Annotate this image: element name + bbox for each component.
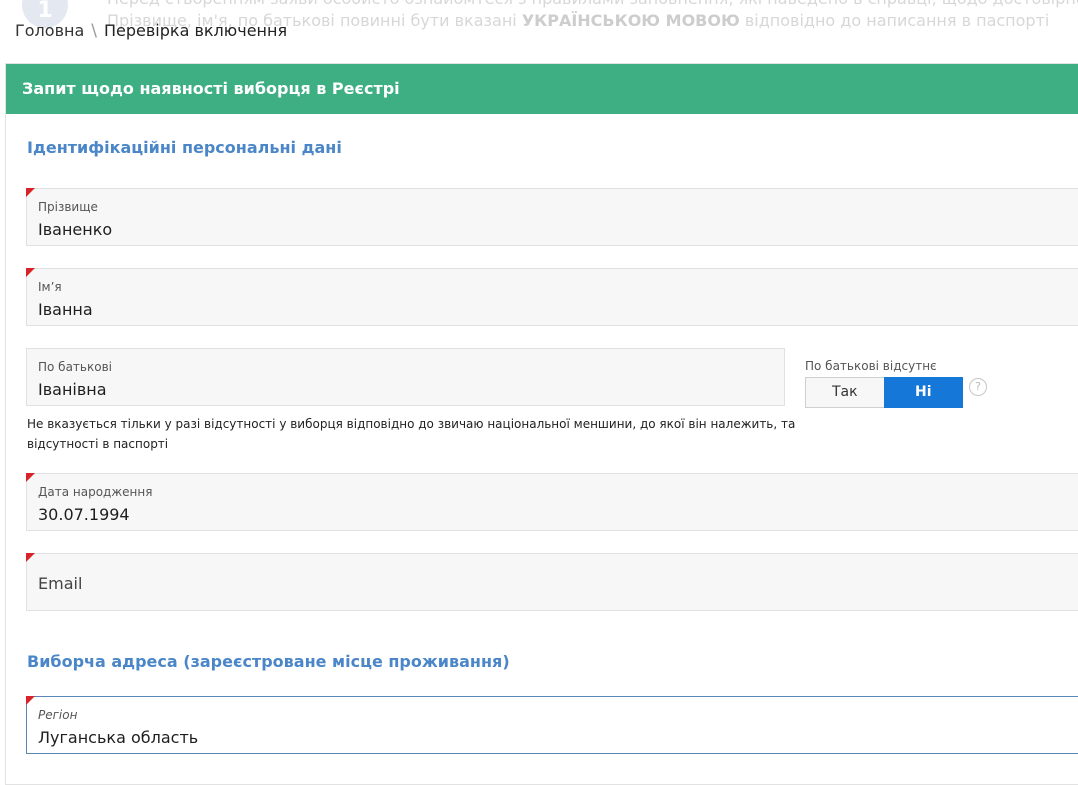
required-marker <box>26 696 35 705</box>
section-title-address: Виборча адреса (зареєстроване місце прож… <box>27 652 510 671</box>
email-input[interactable]: Email <box>38 574 82 593</box>
required-marker <box>26 188 35 197</box>
breadcrumb: Головна \ Перевірка включення <box>15 20 287 42</box>
required-marker <box>26 473 35 482</box>
birth-date-input[interactable]: 30.07.1994 <box>38 505 130 524</box>
region-label: Регіон <box>38 708 78 722</box>
notice-line-2-end: відповідно до написання в паспорті <box>739 11 1050 30</box>
patronymic-hint: Не вказується тільки у разі відсутності … <box>27 417 796 451</box>
patronymic-absent-toggle: Так Ні <box>805 377 963 408</box>
first-name-field[interactable]: Ім’я Іванна <box>26 268 1078 326</box>
email-field[interactable]: Email <box>26 553 1078 611</box>
patronymic-absent-label: По батькові відсутнє <box>805 359 937 373</box>
breadcrumb-separator: \ <box>91 21 97 41</box>
panel-title: Запит щодо наявності виборця в Реєстрі <box>6 64 1078 114</box>
surname-field[interactable]: Прізвище Іваненко <box>26 188 1078 246</box>
region-select[interactable]: Луганська область <box>38 728 198 747</box>
surname-input[interactable]: Іваненко <box>38 220 112 239</box>
patronymic-field[interactable]: По батькові Іванівна <box>26 348 785 406</box>
notice-line-1: Перед створенням заяви особисто ознайомт… <box>107 0 1078 8</box>
toggle-yes-button[interactable]: Так <box>805 377 884 408</box>
patronymic-label: По батькові <box>38 360 112 374</box>
notice-emphasis: УКРАЇНСЬКОЮ МОВОЮ <box>521 11 740 30</box>
birth-date-label: Дата народження <box>38 485 153 499</box>
breadcrumb-home-link[interactable]: Головна <box>15 21 84 40</box>
section-title-personal-data: Ідентифікаційні персональні дані <box>27 138 342 157</box>
patronymic-input[interactable]: Іванівна <box>38 380 107 399</box>
toggle-no-button[interactable]: Ні <box>883 377 963 408</box>
help-icon[interactable]: ? <box>969 378 987 396</box>
breadcrumb-current: Перевірка включення <box>104 21 288 40</box>
required-marker <box>26 268 35 277</box>
birth-date-field[interactable]: Дата народження 30.07.1994 <box>26 473 1078 531</box>
first-name-input[interactable]: Іванна <box>38 300 93 319</box>
region-field[interactable]: Регіон Луганська область <box>26 696 1078 754</box>
required-marker <box>26 553 35 562</box>
surname-label: Прізвище <box>38 200 98 214</box>
first-name-label: Ім’я <box>38 280 62 294</box>
